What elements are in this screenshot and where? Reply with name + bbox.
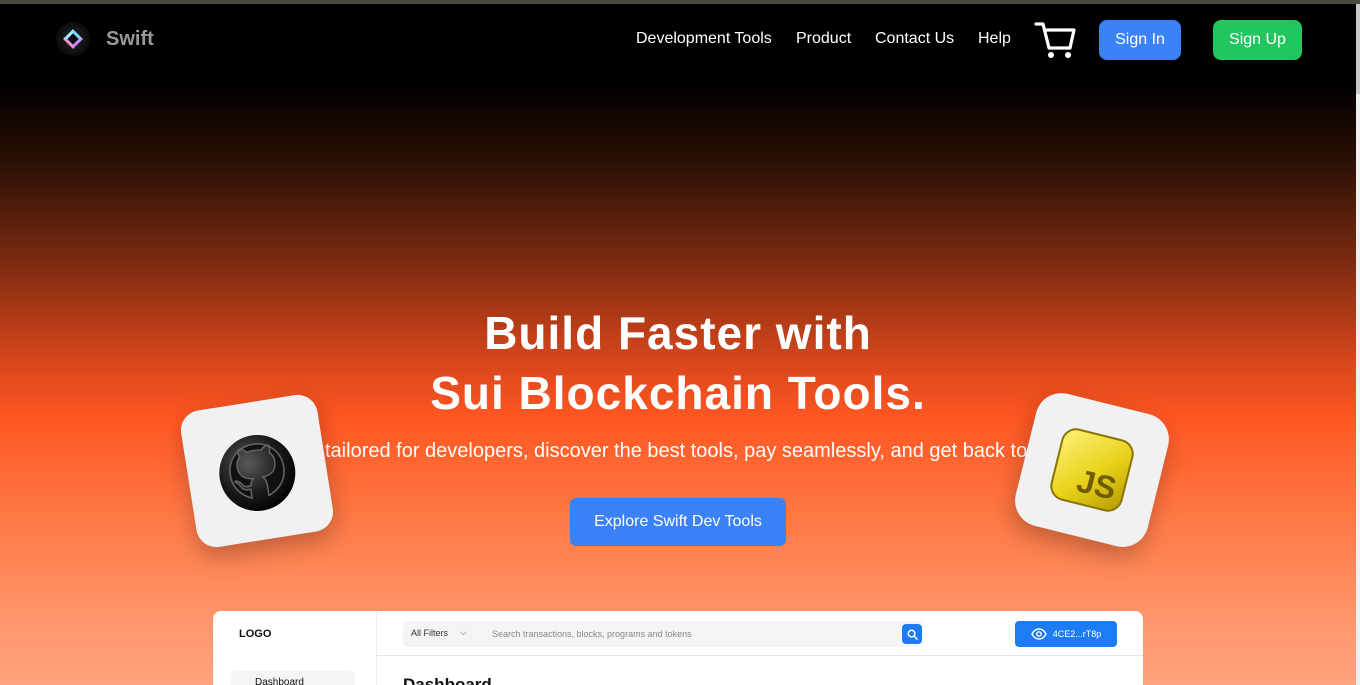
nav-link-product[interactable]: Product: [796, 30, 851, 48]
diamond-logo-icon[interactable]: [56, 22, 90, 56]
dashboard-search-bar: All Filters ⌵ Search transactions, block…: [403, 621, 923, 647]
github-icon: [219, 434, 296, 511]
dashboard-logo: LOGO: [239, 628, 272, 640]
nav-link-help[interactable]: Help: [978, 30, 1011, 48]
chevron-down-icon: ⌵: [460, 627, 467, 637]
explore-dev-tools-button[interactable]: Explore Swift Dev Tools: [570, 498, 786, 546]
page-scrollbar[interactable]: [1356, 4, 1360, 685]
search-placeholder: Search transactions, blocks, programs an…: [492, 629, 692, 639]
hero-subtitle-container: tailored for developers, discover the be…: [325, 440, 1037, 466]
eye-icon: [1030, 628, 1047, 640]
shopping-cart-icon[interactable]: [1034, 20, 1076, 60]
wallet-address: 4CE2...rT8p: [1052, 629, 1102, 639]
sign-in-button[interactable]: Sign In: [1099, 20, 1181, 60]
nav-link-development-tools[interactable]: Development Tools: [636, 30, 772, 48]
nav-link-contact-us[interactable]: Contact Us: [875, 30, 954, 48]
github-card: [178, 392, 336, 550]
search-icon: [902, 624, 922, 644]
sign-up-button[interactable]: Sign Up: [1213, 20, 1302, 60]
dashboard-preview: LOGO Dashboard All Filters ⌵ Search tran…: [213, 611, 1143, 685]
wallet-address-button: 4CE2...rT8p: [1015, 621, 1117, 647]
dashboard-topbar: All Filters ⌵ Search transactions, block…: [377, 611, 1143, 656]
top-navbar: Swift Development Tools Product Contact …: [0, 4, 1356, 76]
hero-title-line-1: Build Faster with: [484, 307, 872, 359]
filter-dropdown: All Filters: [411, 628, 449, 638]
sidebar-item-dashboard: Dashboard: [231, 671, 355, 685]
hero-subtitle: tailored for developers, discover the be…: [325, 440, 1037, 462]
javascript-icon: JS: [1050, 428, 1134, 512]
dashboard-title: Dashboard: [403, 675, 492, 685]
scrollbar-thumb[interactable]: [1356, 4, 1360, 94]
brand-name[interactable]: Swift: [106, 28, 154, 51]
dashboard-sidebar: LOGO Dashboard: [213, 611, 377, 685]
